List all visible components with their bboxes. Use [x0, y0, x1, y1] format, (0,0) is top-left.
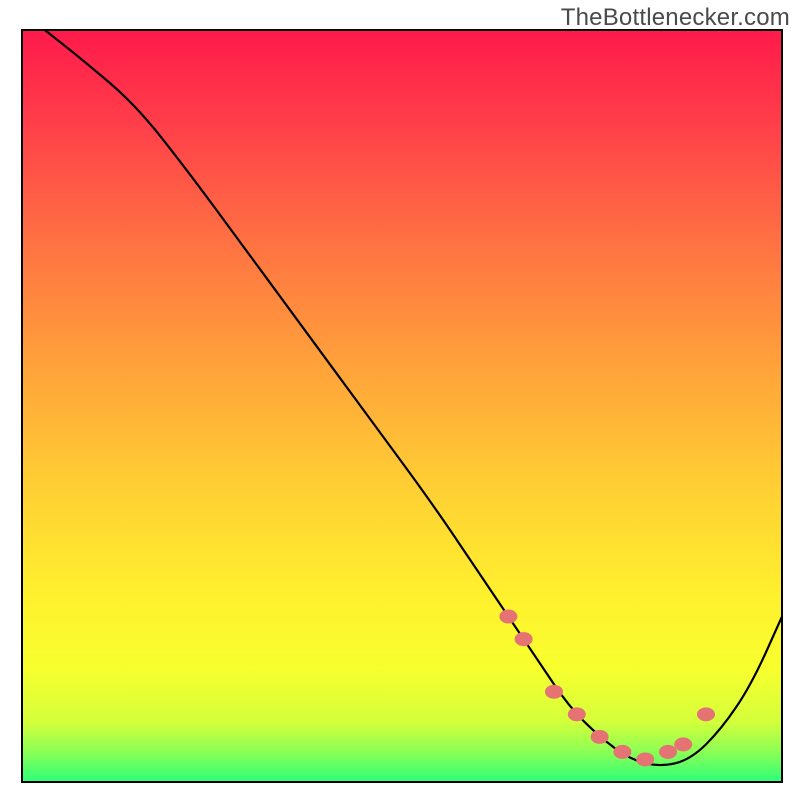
highlight-dot — [515, 632, 533, 646]
highlight-dot — [545, 685, 563, 699]
highlight-dot — [613, 745, 631, 759]
highlight-dot — [674, 737, 692, 751]
highlight-dot — [568, 707, 586, 721]
highlight-dot — [499, 610, 517, 624]
plot-background — [22, 30, 782, 782]
bottleneck-chart: TheBottlenecker.com — [0, 0, 800, 800]
chart-svg — [0, 0, 800, 800]
highlight-dot — [636, 752, 654, 766]
watermark-label: TheBottlenecker.com — [561, 4, 790, 32]
highlight-dot — [697, 707, 715, 721]
highlight-dot — [659, 745, 677, 759]
highlight-dot — [591, 730, 609, 744]
